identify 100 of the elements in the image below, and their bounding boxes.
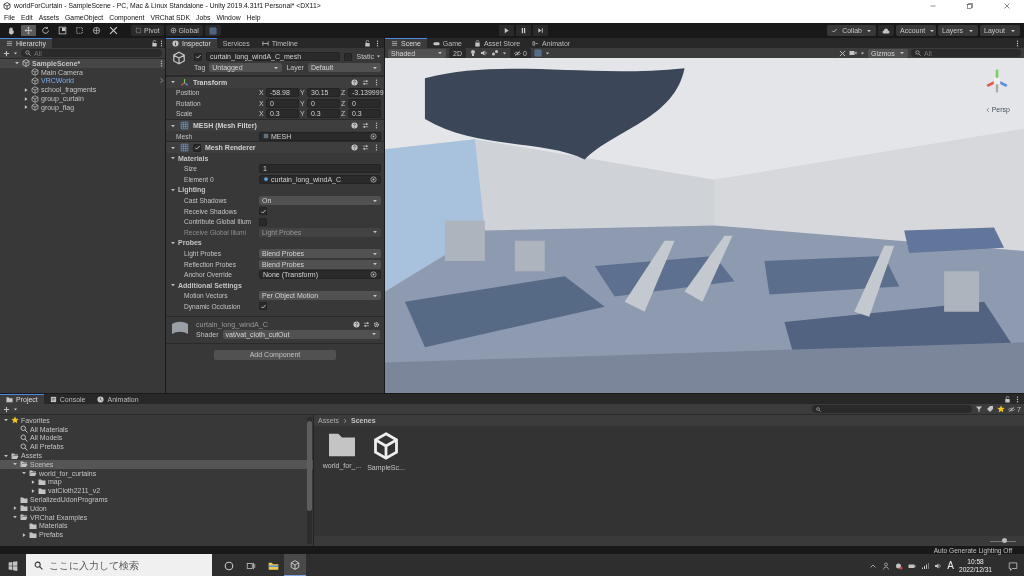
animator-icon: [532, 39, 540, 47]
menu-icon[interactable]: [373, 144, 380, 152]
effects-icon[interactable]: [490, 49, 499, 57]
collapse-arrow-icon: [170, 282, 176, 289]
unity-taskbar-button[interactable]: [284, 554, 306, 576]
menu-icon[interactable]: [158, 59, 165, 67]
unity-logo-icon[interactable]: [372, 432, 400, 460]
menu-icon[interactable]: [374, 39, 381, 47]
caret-icon: [273, 64, 280, 71]
mesh-icon: [263, 133, 269, 140]
light-icon[interactable]: [468, 49, 477, 57]
help-icon[interactable]: [351, 144, 358, 152]
menu-icon[interactable]: [373, 122, 380, 130]
volume-icon[interactable]: [934, 561, 943, 570]
scrollbar[interactable]: [307, 417, 312, 544]
checkbox[interactable]: [259, 302, 267, 311]
gear-icon[interactable]: [373, 320, 380, 328]
check-icon: [259, 207, 267, 215]
add-icon[interactable]: [3, 49, 10, 57]
tool-button[interactable]: [21, 25, 36, 36]
caret-icon: [1010, 27, 1016, 34]
presets-icon[interactable]: [363, 320, 370, 328]
lock-icon[interactable]: [1004, 395, 1011, 403]
cloud-button[interactable]: [878, 25, 894, 36]
audio-icon[interactable]: [479, 49, 488, 57]
globe-icon: [169, 27, 177, 34]
snap-button[interactable]: [204, 25, 221, 36]
caret-icon: [929, 27, 936, 34]
eye-off-icon: [513, 49, 521, 57]
collapse-arrow-icon: [170, 239, 176, 246]
menu-icon[interactable]: [1014, 395, 1021, 403]
tools-icon[interactable]: [839, 49, 846, 57]
tools-icon: [109, 26, 118, 35]
check-icon: [194, 53, 202, 60]
caret-icon: [501, 50, 507, 56]
caret-icon: [866, 27, 872, 34]
collapse-arrow-icon: [170, 186, 176, 193]
object-picker-icon[interactable]: [370, 175, 377, 183]
checkbox[interactable]: [194, 52, 202, 61]
search-field[interactable]: [812, 405, 973, 413]
tool-button[interactable]: [55, 25, 70, 36]
help-icon[interactable]: [351, 122, 358, 130]
close-icon: [1003, 1, 1011, 10]
check-icon: [193, 144, 201, 152]
step-icon: [537, 27, 545, 34]
star-icon: [11, 416, 19, 425]
play-button[interactable]: [499, 25, 515, 36]
bag-icon: [473, 39, 481, 47]
object-picker-icon[interactable]: [370, 271, 377, 279]
unity-logo-icon: [22, 59, 30, 68]
caret-icon: [372, 197, 378, 204]
person-icon[interactable]: [882, 561, 891, 570]
transform-icon: [92, 26, 101, 35]
star-icon[interactable]: [997, 405, 1006, 413]
folder-icon: [267, 560, 279, 571]
lock-icon[interactable]: [151, 39, 158, 47]
open-folder-icon: [20, 513, 28, 522]
chevron-right-icon[interactable]: [158, 77, 165, 85]
help-icon[interactable]: [353, 320, 360, 328]
camera-icon[interactable]: [849, 49, 857, 57]
hand-icon: [7, 26, 16, 35]
material-dot-icon: [263, 176, 269, 183]
chevron-left-icon: [984, 106, 991, 113]
step-button[interactable]: [533, 25, 549, 36]
cloud-icon: [882, 26, 890, 35]
add-icon[interactable]: [3, 405, 10, 413]
play-icon: [503, 27, 511, 34]
eye-off-icon: [1008, 405, 1016, 413]
windows-icon: [8, 560, 18, 571]
network-icon[interactable]: [921, 561, 930, 570]
checkbox[interactable]: [259, 207, 267, 216]
gamepad-icon: [432, 39, 440, 47]
help-icon[interactable]: [351, 78, 358, 86]
info-icon: [172, 40, 179, 47]
lock-icon[interactable]: [364, 39, 371, 47]
caret-icon: [372, 229, 378, 236]
search-field[interactable]: ここに入力して検索: [26, 554, 212, 576]
collapse-arrow-icon: [3, 417, 9, 424]
cube-icon: [172, 51, 186, 65]
menu-icon[interactable]: [373, 78, 380, 86]
pivot-icon: [135, 27, 142, 34]
presets-icon[interactable]: [362, 144, 369, 152]
presets-icon[interactable]: [362, 122, 369, 130]
unity-logo-icon: [290, 559, 300, 570]
move-icon: [24, 26, 33, 35]
ime-indicator[interactable]: A: [947, 560, 954, 571]
notification-icon[interactable]: [1008, 560, 1018, 571]
folder-icon[interactable]: [327, 432, 357, 458]
expand-arrow-icon: [21, 531, 27, 538]
check-icon: [831, 27, 839, 34]
caret-icon: [544, 50, 550, 56]
checkbox[interactable]: [193, 143, 201, 152]
caret-icon: [968, 27, 974, 34]
circle-icon: [224, 560, 234, 571]
presets-icon[interactable]: [362, 78, 369, 86]
app-badge-icon[interactable]: [895, 561, 904, 570]
menu-icon[interactable]: [1014, 39, 1021, 47]
pause-button[interactable]: [516, 25, 532, 36]
object-picker-icon[interactable]: [370, 132, 377, 140]
expand-arrow-icon: [12, 505, 18, 512]
